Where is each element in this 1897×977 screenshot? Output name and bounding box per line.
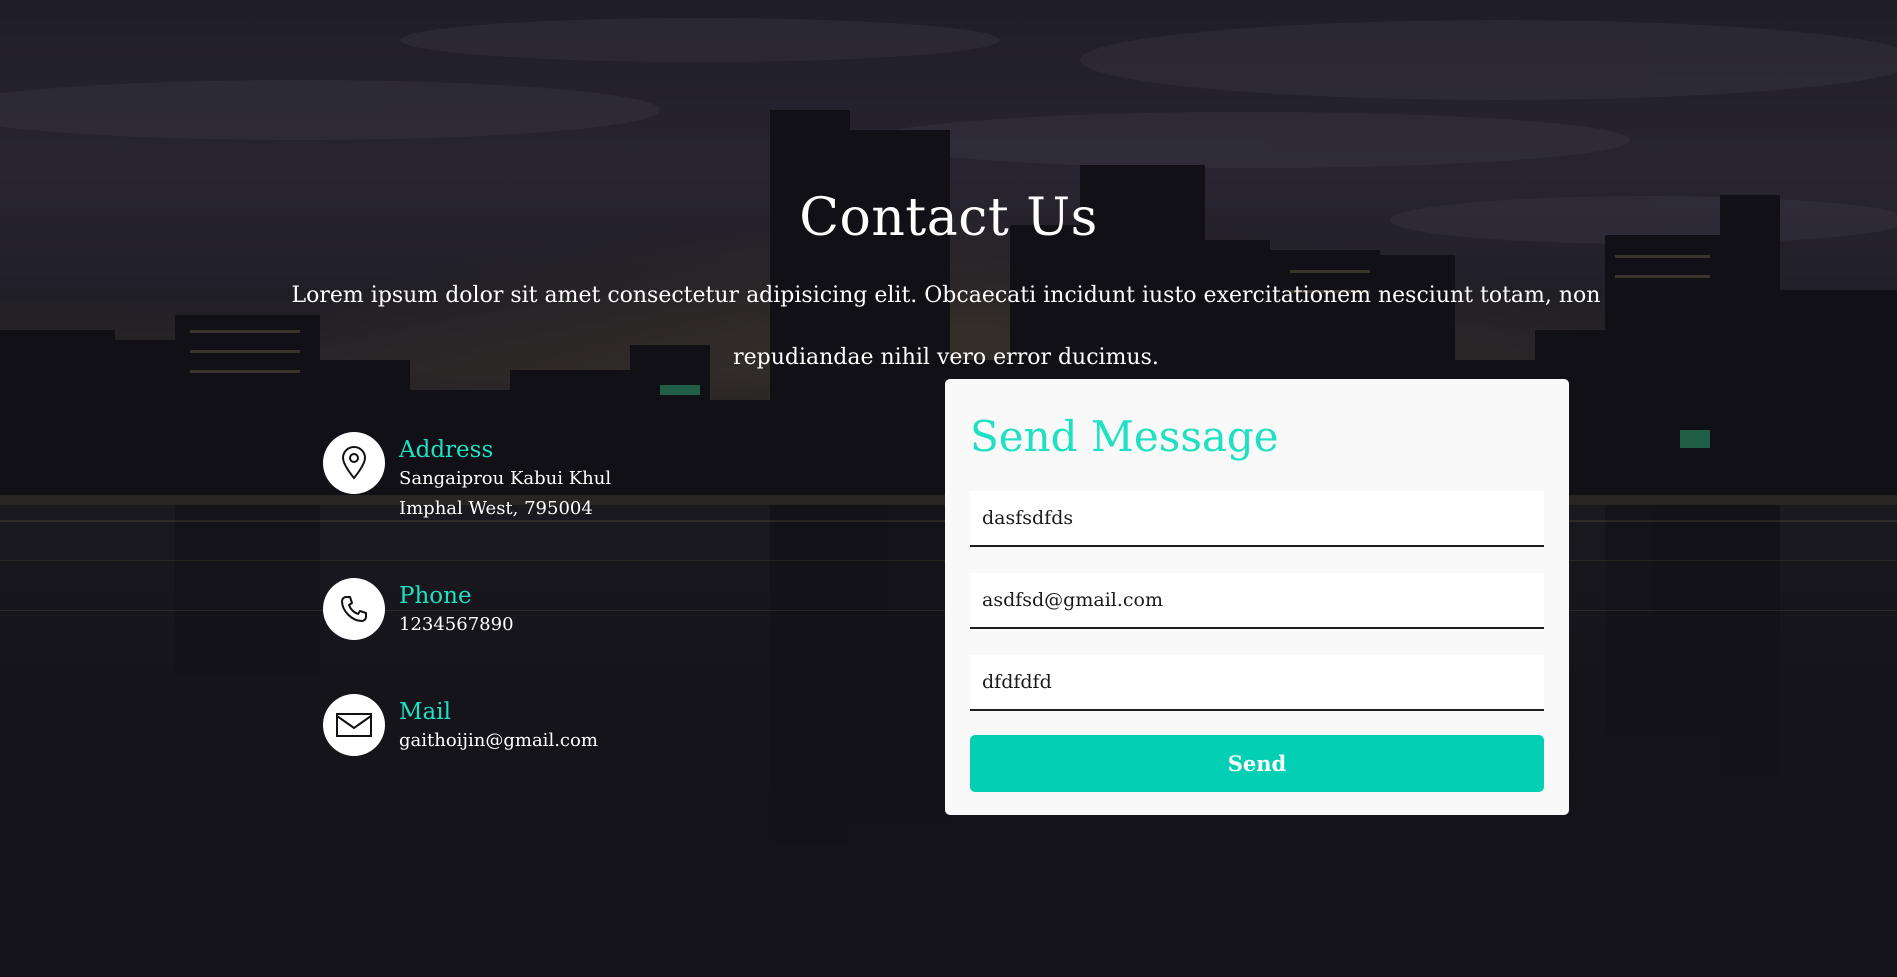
- map-pin-icon: [323, 432, 385, 494]
- page-title: Contact Us: [799, 188, 1098, 248]
- phone-label: Phone: [399, 583, 472, 609]
- address-item: Address Sangaiprou Kabui Khul Imphal Wes…: [323, 432, 611, 524]
- phone-icon: [323, 578, 385, 640]
- send-message-form: Send Message Send: [945, 379, 1569, 815]
- address-line-1: Sangaiprou Kabui Khul: [399, 468, 612, 489]
- address-line-2: Imphal West, 795004: [399, 498, 593, 519]
- mail-value: gaithoijin@gmail.com: [399, 730, 598, 751]
- message-input[interactable]: [970, 655, 1544, 711]
- address-text: Address Sangaiprou Kabui Khul Imphal Wes…: [399, 432, 611, 524]
- envelope-icon: [323, 694, 385, 756]
- phone-value: 1234567890: [399, 614, 514, 635]
- send-button[interactable]: Send: [970, 735, 1544, 792]
- address-label: Address: [399, 437, 494, 463]
- email-input[interactable]: [970, 573, 1544, 629]
- mail-item: Mail gaithoijin@gmail.com: [323, 694, 598, 756]
- contact-section: Contact Us Lorem ipsum dolor sit amet co…: [0, 0, 1897, 977]
- mail-label: Mail: [399, 699, 451, 725]
- page-lead-text: Lorem ipsum dolor sit amet consectetur a…: [291, 283, 1601, 370]
- phone-item: Phone 1234567890: [323, 578, 514, 640]
- mail-text: Mail gaithoijin@gmail.com: [399, 694, 598, 756]
- phone-text: Phone 1234567890: [399, 578, 514, 640]
- form-title: Send Message: [970, 412, 1279, 461]
- name-input[interactable]: [970, 491, 1544, 547]
